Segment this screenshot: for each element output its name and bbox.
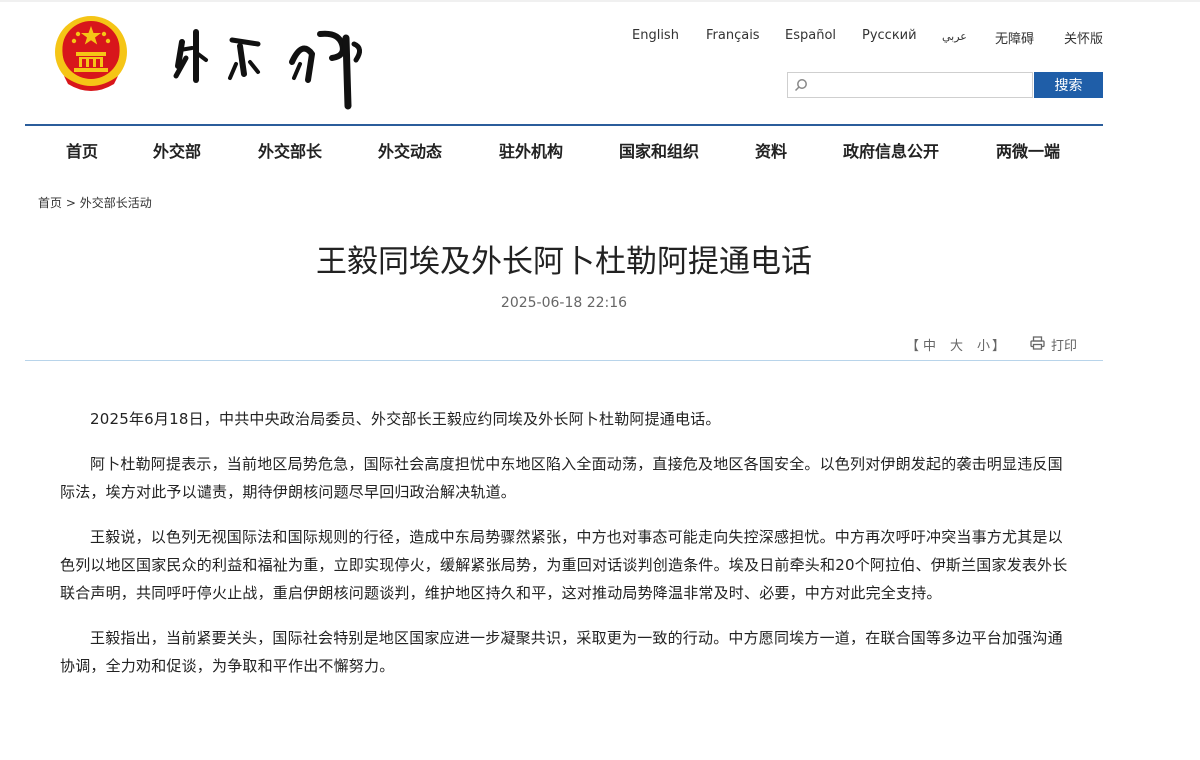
nav-item-ministry[interactable]: 外交部 <box>153 138 201 162</box>
top-strip <box>0 0 1200 2</box>
font-size-large-button[interactable]: 中 <box>923 335 936 354</box>
nav-item-gov-info-disclosure[interactable]: 政府信息公开 <box>843 138 939 162</box>
nav-item-diplomatic-news[interactable]: 外交动态 <box>378 138 442 162</box>
national-emblem-icon <box>55 16 127 91</box>
font-size-bracket-close: 】 <box>992 339 1006 354</box>
article-body: 2025年6月18日，中共中央政治局委员、外交部长王毅应约同埃及外长阿卜杜勒阿提… <box>60 405 1075 697</box>
search-icon <box>794 79 807 92</box>
nav-item-social-media[interactable]: 两微一端 <box>996 138 1060 162</box>
article-paragraph: 王毅说，以色列无视国际法和国际规则的行径，造成中东局势骤然紧张，中方也对事态可能… <box>60 528 1068 602</box>
search-box <box>787 72 1033 98</box>
lang-russian-link[interactable]: Русский <box>862 28 917 43</box>
font-size-bracket-open: 【 <box>906 339 920 354</box>
article-paragraph: 王毅指出，当前紧要关头，国际社会特别是地区国家应进一步凝聚共识，采取更为一致的行… <box>60 629 1063 675</box>
lang-arabic-link[interactable]: عربي <box>942 30 967 43</box>
ministry-calligraphy-logo <box>173 29 362 110</box>
nav-item-minister[interactable]: 外交部长 <box>258 138 322 162</box>
lang-french-link[interactable]: Français <box>706 28 760 43</box>
lang-spanish-link[interactable]: Español <box>785 28 836 43</box>
language-bar: English Français Español Русский عربي 无障… <box>610 28 1110 48</box>
article-tools: 【 中 大 小 】 打印 <box>900 335 1100 354</box>
nav-top-border <box>25 124 1103 126</box>
nav-item-missions-abroad[interactable]: 驻外机构 <box>499 138 563 162</box>
search-button[interactable]: 搜索 <box>1034 72 1103 98</box>
lang-english-link[interactable]: English <box>632 28 679 43</box>
title-divider <box>25 360 1103 361</box>
print-button[interactable]: 打印 <box>1051 335 1077 354</box>
nav-item-resources[interactable]: 资料 <box>755 138 787 162</box>
elderly-care-mode-link[interactable]: 关怀版 <box>1064 28 1103 47</box>
main-nav: 首页 外交部 外交部长 外交动态 驻外机构 国家和组织 资料 政府信息公开 两微… <box>25 128 1103 170</box>
font-size-medium-button[interactable]: 大 <box>950 335 963 354</box>
nav-item-countries-organizations[interactable]: 国家和组织 <box>619 138 699 162</box>
article-date: 2025-06-18 22:16 <box>500 295 628 311</box>
breadcrumb: 首页 > 外交部长活动 <box>38 194 152 211</box>
article-title: 王毅同埃及外长阿卜杜勒阿提通电话 <box>316 244 812 280</box>
breadcrumb-current-link[interactable]: 外交部长活动 <box>80 196 152 210</box>
search-input[interactable] <box>812 74 1032 98</box>
article-paragraph: 2025年6月18日，中共中央政治局委员、外交部长王毅应约同埃及外长阿卜杜勒阿提… <box>90 410 721 428</box>
accessibility-link[interactable]: 无障碍 <box>995 28 1034 47</box>
breadcrumb-home-link[interactable]: 首页 <box>38 196 62 210</box>
breadcrumb-separator: > <box>65 196 76 210</box>
article-paragraph: 阿卜杜勒阿提表示，当前地区局势危急，国际社会高度担忧中东地区陷入全面动荡，直接危… <box>60 455 1063 501</box>
printer-icon[interactable] <box>1030 336 1045 350</box>
font-size-small-button[interactable]: 小 <box>977 335 990 354</box>
nav-item-home[interactable]: 首页 <box>66 138 98 162</box>
